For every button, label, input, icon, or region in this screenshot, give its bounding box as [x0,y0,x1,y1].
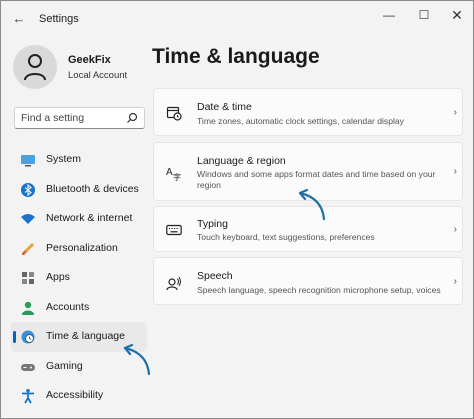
sidebar-item-label: Network & internet [46,212,133,224]
annotation-arrow-icon [298,188,326,221]
selection-indicator [13,331,16,343]
sidebar-item-accessibility[interactable]: Accessibility [11,381,147,411]
card-title: Typing [197,218,228,230]
minimize-icon[interactable]: — [379,7,399,23]
chevron-right-icon: › [453,166,457,177]
card-title: Language & region [197,155,286,167]
sidebar-item-label: Time & language [46,330,125,342]
maximize-icon[interactable]: ☐ [414,7,434,23]
search-icon[interactable] [126,112,138,124]
back-arrow-icon[interactable]: ← [11,11,27,27]
card-description: Touch keyboard, text suggestions, prefer… [197,232,375,242]
search-box[interactable] [14,107,145,129]
keyboard-icon [166,224,182,236]
settings-window: ← Settings — ☐ ✕ GeekFix Local Account S… [0,0,474,419]
sidebar-item-label: System [46,153,82,165]
chevron-right-icon: › [453,107,457,118]
sidebar-item-label: Accounts [46,300,90,313]
sidebar-item-network[interactable]: Network & internet [11,204,147,234]
svg-text:字: 字 [173,172,181,181]
display-icon [21,155,35,167]
card-title: Date & time [197,101,252,113]
bluetooth-icon [21,182,35,197]
window-title: Settings [39,13,79,25]
apps-icon [22,272,34,284]
speech-icon [166,276,181,291]
user-name: GeekFix [68,54,111,66]
title-bar: ← Settings — ☐ ✕ [1,1,473,37]
sidebar-item-personalization[interactable]: Personalization [11,234,147,264]
wifi-icon [21,214,35,224]
annotation-arrow-icon [123,343,151,376]
card-description: Time zones, automatic clock settings, ca… [197,116,404,126]
gamepad-icon [21,363,35,371]
sidebar-item-label: Apps [46,271,70,283]
sidebar-item-label: Personalization [46,241,118,254]
card-date-time[interactable]: Date & time Time zones, automatic clock … [153,88,463,136]
card-description: Speech language, speech recognition micr… [197,285,441,295]
chevron-right-icon: › [453,224,457,235]
sidebar-item-apps[interactable]: Apps [11,263,147,293]
sidebar-item-bluetooth[interactable]: Bluetooth & devices [11,175,147,205]
chevron-right-icon: › [453,276,457,287]
brush-icon [22,242,34,255]
accessibility-icon [22,389,34,404]
calendar-clock-icon [166,106,182,121]
card-speech[interactable]: Speech Speech language, speech recogniti… [153,257,463,305]
search-input[interactable] [21,111,121,125]
avatar[interactable] [13,45,57,89]
globe-clock-icon [21,330,35,344]
card-title: Speech [197,270,233,282]
svg-text:A: A [166,167,173,178]
sidebar-item-system[interactable]: System [11,145,147,175]
sidebar-item-label: Accessibility [46,389,104,401]
sidebar-item-accounts[interactable]: Accounts [11,293,147,323]
close-icon[interactable]: ✕ [447,7,467,23]
sidebar-item-label: Gaming [46,359,83,372]
account-type: Local Account [68,70,128,81]
sidebar-item-label: Bluetooth & devices [46,182,139,195]
accounts-icon [22,301,34,315]
person-icon [24,54,46,81]
language-icon: A 字 [166,167,181,181]
page-title: Time & language [152,45,320,68]
